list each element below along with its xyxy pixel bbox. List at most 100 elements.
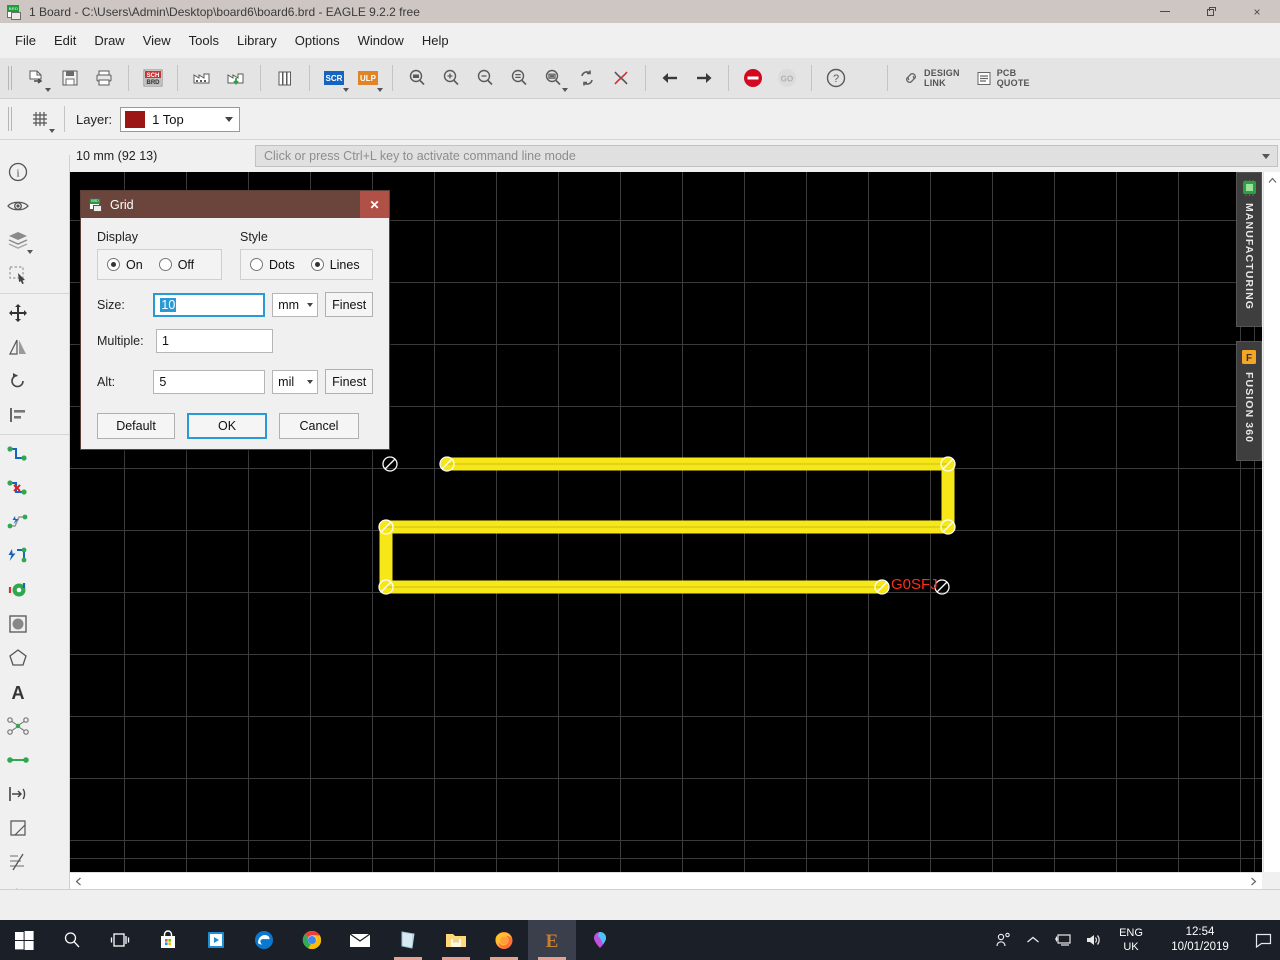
zoom-fit-button[interactable]	[400, 62, 434, 94]
scroll-up-button[interactable]	[1264, 172, 1280, 189]
smd-tool[interactable]	[0, 607, 35, 641]
zoom-in-button[interactable]	[434, 62, 468, 94]
menu-file[interactable]: File	[6, 29, 45, 52]
via-route-tool[interactable]	[0, 539, 35, 573]
switch-to-schematic-button[interactable]: SCH BRD	[136, 62, 170, 94]
minimize-button[interactable]	[1142, 0, 1188, 23]
zoom-select-button[interactable]	[536, 62, 570, 94]
language-indicator[interactable]: ENG UK	[1108, 926, 1154, 954]
chevron-down-icon[interactable]	[1262, 153, 1270, 159]
chevron-down-icon[interactable]	[307, 302, 314, 307]
library-manager-button[interactable]	[268, 62, 302, 94]
ratsnest-button[interactable]	[604, 62, 638, 94]
ok-button[interactable]: OK	[187, 413, 267, 439]
pcb-quote-button[interactable]: PCB QUOTE	[968, 62, 1038, 94]
task-view-button[interactable]	[96, 920, 144, 960]
cancel-button[interactable]: Cancel	[279, 413, 359, 439]
scroll-right-button[interactable]	[1245, 873, 1262, 890]
signal-tool[interactable]	[0, 777, 35, 811]
manufacturing-output-button[interactable]	[219, 62, 253, 94]
zoom-out-button[interactable]	[468, 62, 502, 94]
refresh-button[interactable]	[570, 62, 604, 94]
undo-button[interactable]	[653, 62, 687, 94]
menu-draw[interactable]: Draw	[85, 29, 133, 52]
movies-tv-button[interactable]	[192, 920, 240, 960]
photos-button[interactable]	[576, 920, 624, 960]
chevron-down-icon[interactable]	[49, 129, 55, 133]
menu-view[interactable]: View	[134, 29, 180, 52]
menu-options[interactable]: Options	[286, 29, 349, 52]
cam-processor-button[interactable]	[185, 62, 219, 94]
chrome-button[interactable]	[288, 920, 336, 960]
search-button[interactable]	[48, 920, 96, 960]
menu-window[interactable]: Window	[349, 29, 413, 52]
rotate-tool[interactable]	[0, 364, 35, 398]
size-input[interactable]: 10	[153, 292, 266, 317]
layer-select[interactable]: 1 Top	[120, 106, 241, 132]
chevron-down-icon[interactable]	[225, 116, 234, 122]
via-tool[interactable]	[0, 573, 35, 607]
default-button[interactable]: Default	[97, 413, 175, 439]
restore-button[interactable]	[1188, 0, 1234, 23]
menu-tools[interactable]: Tools	[180, 29, 228, 52]
sticky-notes-button[interactable]	[384, 920, 432, 960]
mail-button[interactable]	[336, 920, 384, 960]
chevron-down-icon[interactable]	[343, 88, 349, 92]
display-layers-tool[interactable]	[0, 223, 35, 257]
multiple-input[interactable]: 1	[156, 329, 273, 353]
people-icon[interactable]	[988, 920, 1018, 960]
dock-tab-manufacturing[interactable]: MANUFACTURING	[1236, 172, 1262, 327]
text-tool[interactable]: A	[0, 675, 35, 709]
autorouter-tool[interactable]	[0, 505, 35, 539]
move-tool[interactable]	[0, 296, 35, 330]
display-on-radio[interactable]: On	[107, 258, 143, 272]
chevron-down-icon[interactable]	[307, 379, 314, 384]
style-lines-radio[interactable]: Lines	[310, 258, 360, 272]
vertical-scrollbar[interactable]	[1263, 172, 1280, 872]
save-button[interactable]	[53, 62, 87, 94]
speaker-volume-icon[interactable]	[1078, 920, 1108, 960]
microsoft-store-button[interactable]	[144, 920, 192, 960]
firefox-button[interactable]	[480, 920, 528, 960]
clock[interactable]: 12:54 10/01/2019	[1154, 925, 1246, 955]
dimension-tool[interactable]	[0, 845, 35, 879]
redo-button[interactable]	[687, 62, 721, 94]
chevron-down-icon[interactable]	[562, 88, 568, 92]
show-tool[interactable]	[0, 189, 35, 223]
group-tool[interactable]	[0, 257, 35, 291]
grid-settings-button[interactable]	[23, 103, 57, 135]
chevron-up-icon[interactable]	[1018, 920, 1048, 960]
align-tool[interactable]	[0, 398, 35, 432]
route-tool[interactable]	[0, 437, 35, 471]
grid-dialog-close-button[interactable]: ✕	[360, 191, 389, 218]
chevron-down-icon[interactable]	[27, 250, 33, 254]
miter-tool[interactable]	[0, 811, 35, 845]
stop-button[interactable]	[736, 62, 770, 94]
chevron-down-icon[interactable]	[45, 88, 51, 92]
style-dots-radio[interactable]: Dots	[250, 258, 295, 272]
menu-library[interactable]: Library	[228, 29, 286, 52]
alt-finest-button[interactable]: Finest	[325, 369, 373, 394]
alt-unit-select[interactable]: mil	[272, 369, 319, 394]
dock-tab-fusion360[interactable]: F FUSION 360	[1236, 341, 1262, 461]
zoom-redraw-button[interactable]	[502, 62, 536, 94]
mirror-tool[interactable]	[0, 330, 35, 364]
display-off-radio[interactable]: Off	[158, 258, 194, 272]
menu-edit[interactable]: Edit	[45, 29, 85, 52]
start-button[interactable]	[0, 920, 48, 960]
file-explorer-button[interactable]	[432, 920, 480, 960]
network-monitor-icon[interactable]	[1048, 920, 1078, 960]
ratsnest-tool[interactable]	[0, 709, 35, 743]
info-tool[interactable]: i	[0, 155, 35, 189]
toolbar-grip[interactable]	[6, 66, 15, 90]
ulp-button[interactable]: ULP	[351, 62, 385, 94]
close-button[interactable]: ×	[1234, 0, 1280, 23]
ripup-tool[interactable]	[0, 471, 35, 505]
size-finest-button[interactable]: Finest	[325, 292, 373, 317]
menu-help[interactable]: Help	[413, 29, 458, 52]
scroll-left-button[interactable]	[70, 873, 87, 890]
alt-input[interactable]: 5	[153, 369, 266, 394]
script-button[interactable]: SCR	[317, 62, 351, 94]
print-button[interactable]	[87, 62, 121, 94]
layerbar-grip[interactable]	[6, 107, 15, 131]
